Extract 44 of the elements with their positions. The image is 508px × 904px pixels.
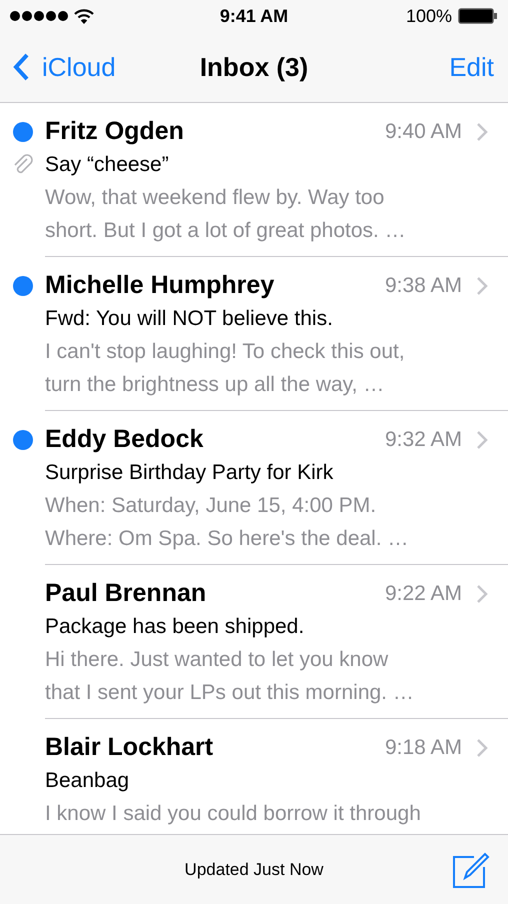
sender-name: Fritz Ogden bbox=[45, 116, 185, 148]
sender-name: Blair Lockhart bbox=[45, 732, 214, 764]
message-preview: I can't stop laughing! To check this out, bbox=[45, 339, 406, 365]
message-time: 9:32 AM bbox=[384, 427, 462, 454]
message-row[interactable]: Eddy Bedock 9:32 AM Surprise Birthday Party for Kirk When: Saturday, June 15, 4:00 PM. Where: Om Spa. So here's the deal. … bbox=[0, 411, 508, 565]
chevron-icon bbox=[476, 122, 488, 142]
chevron-icon bbox=[476, 430, 488, 450]
update-status: Updated Just Now bbox=[184, 858, 324, 881]
sender-name: Michelle Humphrey bbox=[45, 270, 276, 302]
message-time: 9:40 AM bbox=[384, 119, 462, 146]
message-preview: Wow, that weekend flew by. Way too bbox=[45, 185, 386, 211]
message-time: 9:38 AM bbox=[384, 273, 462, 300]
back-chevron-icon bbox=[12, 52, 30, 82]
message-preview: Where: Om Spa. So here's the deal. … bbox=[45, 526, 410, 552]
chevron-icon bbox=[476, 584, 488, 604]
battery-percentage: 100% bbox=[406, 4, 452, 28]
message-time: 9:18 AM bbox=[384, 735, 462, 762]
chevron-icon bbox=[476, 738, 488, 758]
message-row[interactable]: Paul Brennan 9:22 AM Package has been shipped. Hi there. Just wanted to let you know that I sent your LPs out this morning. … bbox=[0, 565, 508, 719]
message-preview: short. But I got a lot of great photos. … bbox=[45, 218, 407, 244]
edit-button[interactable]: Edit bbox=[449, 48, 496, 86]
sender-name: Eddy Bedock bbox=[45, 424, 204, 456]
message-preview: that I sent your LPs out this morning. … bbox=[45, 680, 415, 706]
message-subject: Surprise Birthday Party for Kirk bbox=[45, 460, 334, 486]
signal-icon bbox=[10, 11, 68, 21]
message-subject: Say “cheese” bbox=[45, 152, 170, 178]
sender-name: Paul Brennan bbox=[45, 578, 208, 610]
wifi-icon bbox=[74, 8, 94, 24]
message-time: 9:22 AM bbox=[384, 581, 462, 608]
chevron-icon bbox=[476, 276, 488, 296]
status-time: 9:41 AM bbox=[220, 4, 288, 28]
back-button[interactable]: iCloud bbox=[12, 48, 116, 86]
inbox-title: Inbox (3) bbox=[200, 50, 308, 84]
message-preview: Hi there. Just wanted to let you know bbox=[45, 647, 390, 673]
message-preview: When: Saturday, June 15, 4:00 PM. bbox=[45, 493, 378, 519]
message-preview: turn the brightness up all the way, … bbox=[45, 372, 386, 398]
message-subject: Beanbag bbox=[45, 768, 130, 794]
message-subject: Fwd: You will NOT believe this. bbox=[45, 306, 334, 332]
message-preview: I know I said you could borrow it through bbox=[45, 801, 422, 827]
message-subject: Package has been shipped. bbox=[45, 614, 306, 640]
message-row[interactable]: Michelle Humphrey 9:38 AM Fwd: You will NOT believe this. I can't stop laughing! To check this out, turn the brightness up all the way, … bbox=[0, 257, 508, 411]
message-row[interactable]: Blair Lockhart 9:18 AM Beanbag I know I said you could borrow it through bbox=[0, 719, 508, 834]
message-row[interactable]: Fritz Ogden 9:40 AM Say “cheese” Wow, that weekend flew by. Way too short. But I got a lot of great photos. … bbox=[0, 103, 508, 257]
battery-icon bbox=[458, 8, 498, 24]
